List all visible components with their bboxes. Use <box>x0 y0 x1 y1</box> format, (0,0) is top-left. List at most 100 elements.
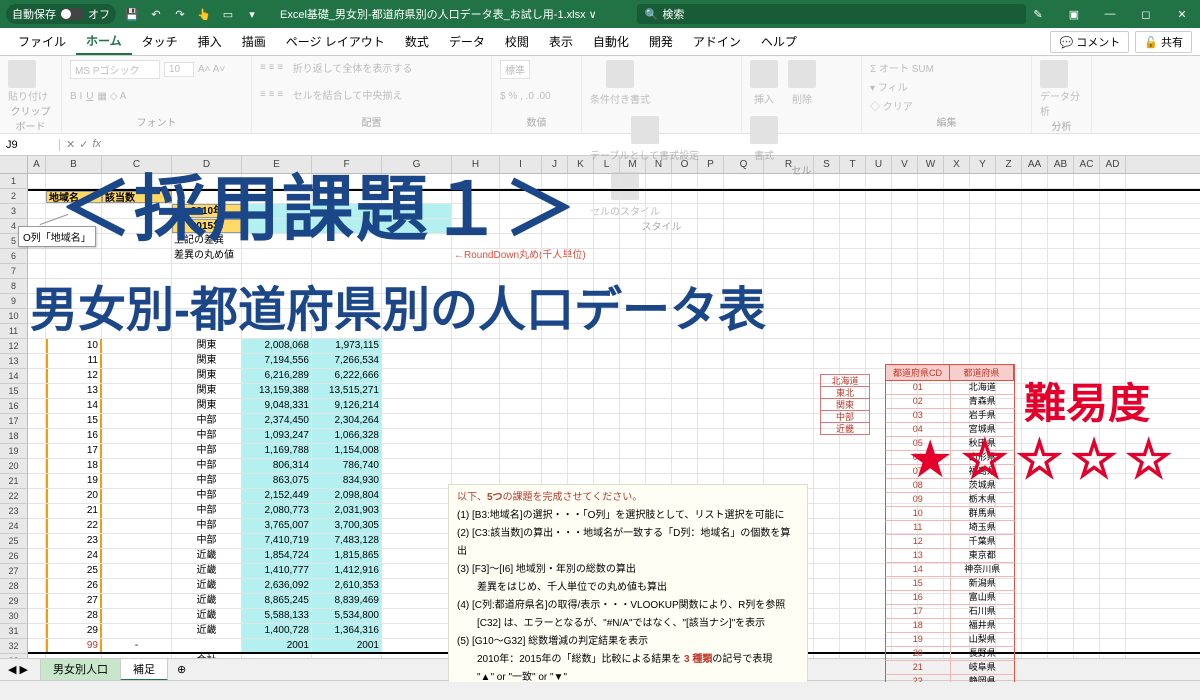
col-header[interactable]: G <box>382 156 452 173</box>
table-format-icon[interactable] <box>631 116 659 144</box>
quickprint-icon[interactable]: ▭ <box>220 6 236 22</box>
format-cells-icon[interactable] <box>750 116 778 144</box>
row-header[interactable]: 25 <box>0 534 28 549</box>
row-header[interactable]: 9 <box>0 294 28 309</box>
row-header[interactable]: 27 <box>0 564 28 579</box>
row-header[interactable]: 28 <box>0 579 28 594</box>
col-header[interactable]: X <box>944 156 970 173</box>
sheet-tab[interactable]: 補足 <box>120 658 168 681</box>
undo-icon[interactable]: ↶ <box>148 6 164 22</box>
redo-icon[interactable]: ↷ <box>172 6 188 22</box>
ribbon-tab-アドイン[interactable]: アドイン <box>683 29 751 54</box>
row-header[interactable]: 20 <box>0 459 28 474</box>
add-sheet-button[interactable]: ⊕ <box>171 663 192 676</box>
row-header[interactable]: 32 <box>0 639 28 654</box>
row-header[interactable]: 18 <box>0 429 28 444</box>
ribbon-tab-表示[interactable]: 表示 <box>539 29 583 54</box>
comment-button[interactable]: 💬 コメント <box>1050 31 1129 53</box>
row-header[interactable]: 26 <box>0 549 28 564</box>
row-header[interactable]: 29 <box>0 594 28 609</box>
ribbon-tab-タッチ[interactable]: タッチ <box>132 29 188 54</box>
save-icon[interactable]: 💾 <box>124 6 140 22</box>
col-header[interactable]: F <box>312 156 382 173</box>
row-header[interactable]: 11 <box>0 324 28 339</box>
ribbon-tab-ホーム[interactable]: ホーム <box>76 28 132 55</box>
row-header[interactable]: 24 <box>0 519 28 534</box>
row-header[interactable]: 21 <box>0 474 28 489</box>
select-all-corner[interactable] <box>0 156 28 173</box>
row-header[interactable]: 15 <box>0 384 28 399</box>
col-header[interactable]: W <box>918 156 944 173</box>
worksheet-grid[interactable]: 1234567891011121314151617181920212223242… <box>0 174 1200 682</box>
ribbon-tab-ファイル[interactable]: ファイル <box>8 29 76 54</box>
col-header[interactable]: H <box>452 156 500 173</box>
row-header[interactable]: 23 <box>0 504 28 519</box>
col-header[interactable]: C <box>102 156 172 173</box>
col-header[interactable]: AC <box>1074 156 1100 173</box>
delete-cells-icon[interactable] <box>788 60 816 88</box>
row-header[interactable]: 3 <box>0 204 28 219</box>
search-box[interactable]: 🔍 検索 <box>637 4 1026 24</box>
row-header[interactable]: 22 <box>0 489 28 504</box>
row-header[interactable]: 30 <box>0 609 28 624</box>
insert-cells-icon[interactable] <box>750 60 778 88</box>
name-box[interactable]: J9 <box>0 139 60 151</box>
col-header[interactable]: V <box>892 156 918 173</box>
font-name-select[interactable]: MS Pゴシック <box>70 60 160 79</box>
pen-icon[interactable]: ✎ <box>1026 4 1050 24</box>
ribbon-tab-ページ レイアウト[interactable]: ページ レイアウト <box>276 29 395 54</box>
col-header[interactable]: AB <box>1048 156 1074 173</box>
paste-icon[interactable] <box>8 60 36 88</box>
ribbon-tab-校閲[interactable]: 校閲 <box>495 29 539 54</box>
col-header[interactable]: Z <box>996 156 1022 173</box>
col-header[interactable]: AA <box>1022 156 1048 173</box>
minimize-icon[interactable]: ― <box>1098 4 1122 24</box>
ribbon-tab-挿入[interactable]: 挿入 <box>188 29 232 54</box>
col-header[interactable]: J <box>542 156 568 173</box>
data-analysis-icon[interactable] <box>1040 60 1068 88</box>
ribbon-tab-ヘルプ[interactable]: ヘルプ <box>751 29 807 54</box>
close-icon[interactable]: ✕ <box>1170 4 1194 24</box>
dropdown-icon[interactable]: ▾ <box>244 6 260 22</box>
row-header[interactable]: 31 <box>0 624 28 639</box>
ribbon-tab-数式[interactable]: 数式 <box>395 29 439 54</box>
number-format-select[interactable]: 標準 <box>500 60 530 79</box>
enter-icon[interactable]: ✓ <box>79 138 88 151</box>
row-header[interactable]: 7 <box>0 264 28 279</box>
sheet-nav-icons[interactable]: ◀ ▶ <box>8 663 28 676</box>
row-header[interactable]: 14 <box>0 369 28 384</box>
row-header[interactable]: 6 <box>0 249 28 264</box>
maximize-icon[interactable]: ◻ <box>1134 4 1158 24</box>
col-header[interactable]: B <box>46 156 102 173</box>
fx-icon[interactable]: fx <box>92 138 101 151</box>
row-header[interactable]: 10 <box>0 309 28 324</box>
col-header[interactable]: I <box>500 156 542 173</box>
ribbon-tab-開発[interactable]: 開発 <box>639 29 683 54</box>
col-header[interactable]: Y <box>970 156 996 173</box>
font-size-select[interactable]: 10 <box>164 62 194 77</box>
share-button[interactable]: 🔓 共有 <box>1135 31 1192 53</box>
touch-icon[interactable]: 👆 <box>196 6 212 22</box>
ribbon-mode-icon[interactable]: ▣ <box>1062 4 1086 24</box>
row-header[interactable]: 17 <box>0 414 28 429</box>
col-header[interactable]: AD <box>1100 156 1126 173</box>
col-header[interactable]: D <box>172 156 242 173</box>
row-header[interactable]: 8 <box>0 279 28 294</box>
row-header[interactable]: 19 <box>0 444 28 459</box>
ribbon-tab-描画[interactable]: 描画 <box>232 29 276 54</box>
row-header[interactable]: 13 <box>0 354 28 369</box>
cond-format-icon[interactable] <box>606 60 634 88</box>
ribbon-tab-自動化[interactable]: 自動化 <box>583 29 639 54</box>
autosave-toggle[interactable]: 自動保存 オフ <box>6 4 116 24</box>
file-name[interactable]: Excel基礎_男女別-都道府県別の人口データ表_お試し用-1.xlsx ∨ <box>280 6 597 22</box>
row-header[interactable]: 16 <box>0 399 28 414</box>
col-header[interactable]: U <box>866 156 892 173</box>
row-header[interactable]: 2 <box>0 189 28 204</box>
row-header[interactable]: 12 <box>0 339 28 354</box>
row-header[interactable]: 1 <box>0 174 28 189</box>
cancel-icon[interactable]: ✕ <box>66 138 75 151</box>
col-header[interactable]: A <box>28 156 46 173</box>
col-header[interactable]: E <box>242 156 312 173</box>
sheet-tab[interactable]: 男女別人口 <box>40 658 121 681</box>
ribbon-tab-データ[interactable]: データ <box>439 29 495 54</box>
